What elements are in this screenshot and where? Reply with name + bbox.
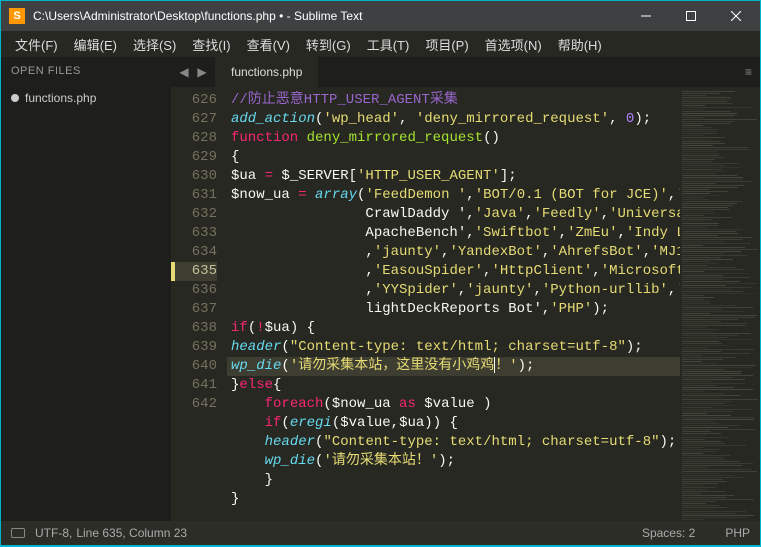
tab-menu-button[interactable]: ≡ <box>745 57 752 87</box>
line-highlight-marker <box>171 262 175 281</box>
open-file-item[interactable]: functions.php <box>1 87 171 109</box>
menu-view[interactable]: 查看(V) <box>239 32 298 57</box>
status-indentation[interactable]: Spaces: 2 <box>642 526 695 540</box>
menu-file[interactable]: 文件(F) <box>7 32 66 57</box>
menu-project[interactable]: 项目(P) <box>417 32 476 57</box>
line-numbers: 626 627 628 629 630 631 632 633 634 635 … <box>171 87 227 521</box>
status-panel-icon[interactable] <box>11 528 25 538</box>
open-file-label: functions.php <box>25 91 96 105</box>
menu-selection[interactable]: 选择(S) <box>125 32 184 57</box>
menu-tools[interactable]: 工具(T) <box>359 32 418 57</box>
editor[interactable]: 626 627 628 629 630 631 632 633 634 635 … <box>171 87 760 521</box>
tab-prev-icon[interactable]: ◀ <box>175 63 193 81</box>
menu-bar: 文件(F) 编辑(E) 选择(S) 查找(I) 查看(V) 转到(G) 工具(T… <box>1 31 760 57</box>
sidebar: functions.php <box>1 87 171 521</box>
status-bar: UTF-8, Line 635, Column 23 Spaces: 2 PHP <box>1 521 760 545</box>
minimize-button[interactable] <box>623 2 668 30</box>
menu-preferences[interactable]: 首选项(N) <box>477 32 550 57</box>
app-icon: S <box>9 8 25 24</box>
menu-edit[interactable]: 编辑(E) <box>66 32 125 57</box>
code-area[interactable]: //防止恶意HTTP_USER_AGENT采集add_action('wp_he… <box>227 87 680 521</box>
window-title: C:\Users\Administrator\Desktop\functions… <box>33 9 623 23</box>
menu-find[interactable]: 查找(I) <box>184 32 238 57</box>
menu-goto[interactable]: 转到(G) <box>298 32 359 57</box>
minimap[interactable] <box>680 87 760 521</box>
open-files-header: OPEN FILES <box>1 57 171 87</box>
close-button[interactable] <box>713 2 758 30</box>
status-syntax[interactable]: PHP <box>725 526 750 540</box>
maximize-button[interactable] <box>668 2 713 30</box>
tab-next-icon[interactable]: ▶ <box>193 63 211 81</box>
modified-dot-icon <box>11 94 19 102</box>
menu-help[interactable]: 帮助(H) <box>550 32 610 57</box>
title-bar: S C:\Users\Administrator\Desktop\functio… <box>1 1 760 31</box>
status-position[interactable]: Line 635, Column 23 <box>76 526 187 540</box>
status-encoding[interactable]: UTF-8, <box>35 526 72 540</box>
tab-functions[interactable]: functions.php <box>215 57 318 87</box>
